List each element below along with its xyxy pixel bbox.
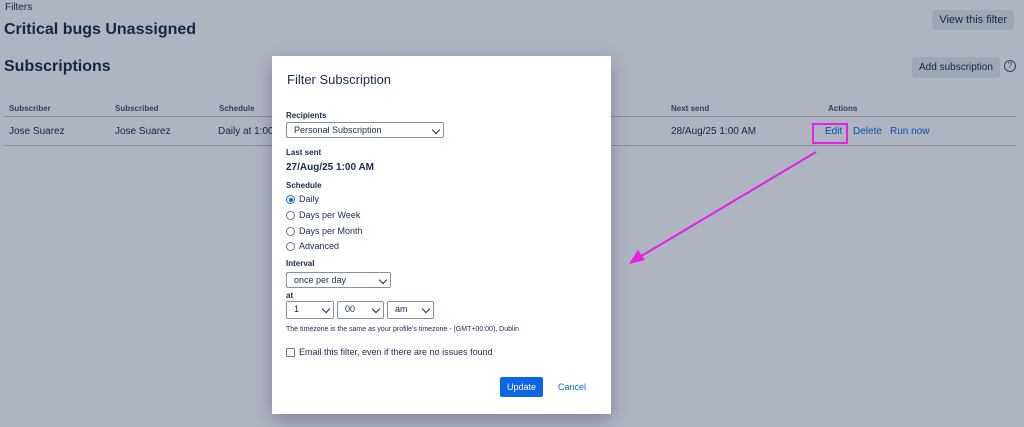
recipients-value: Personal Subscription bbox=[294, 125, 382, 135]
minute-select[interactable]: 00 bbox=[337, 301, 384, 319]
radio-selected-icon[interactable] bbox=[286, 195, 295, 204]
filter-subscription-dialog: Filter Subscription Recipients Personal … bbox=[272, 56, 611, 414]
dialog-title: Filter Subscription bbox=[287, 72, 392, 87]
radio-icon[interactable] bbox=[286, 242, 295, 251]
schedule-option-label: Advanced bbox=[299, 241, 340, 251]
ampm-value: am bbox=[395, 304, 408, 314]
hour-select[interactable]: 1 bbox=[286, 301, 334, 319]
last-sent-label: Last sent bbox=[286, 148, 322, 157]
chevron-down-icon bbox=[421, 304, 431, 314]
recipients-select[interactable]: Personal Subscription bbox=[286, 122, 444, 138]
schedule-label: Schedule bbox=[286, 181, 322, 190]
update-button[interactable]: Update bbox=[500, 377, 543, 397]
last-sent-value: 27/Aug/25 1:00 AM bbox=[286, 162, 374, 173]
email-empty-label: Email this filter, even if there are no … bbox=[299, 347, 493, 357]
interval-value: once per day bbox=[294, 275, 347, 285]
edit-highlight-box bbox=[812, 123, 848, 144]
timezone-note: The timezone is the same as your profile… bbox=[286, 326, 520, 333]
schedule-option-label: Daily bbox=[299, 194, 320, 204]
schedule-option-label: Days per Month bbox=[299, 226, 363, 236]
chevron-down-icon bbox=[378, 275, 388, 285]
chevron-down-icon bbox=[431, 125, 441, 135]
interval-label: Interval bbox=[286, 259, 315, 268]
minute-value: 00 bbox=[345, 304, 356, 314]
chevron-down-icon bbox=[321, 304, 331, 314]
email-empty-checkbox[interactable] bbox=[286, 348, 295, 357]
radio-icon[interactable] bbox=[286, 227, 295, 236]
interval-select[interactable]: once per day bbox=[286, 272, 391, 288]
chevron-down-icon bbox=[371, 304, 381, 314]
radio-icon[interactable] bbox=[286, 211, 295, 220]
ampm-select[interactable]: am bbox=[387, 301, 434, 319]
at-label: at bbox=[286, 291, 294, 300]
recipients-label: Recipients bbox=[286, 111, 327, 120]
hour-value: 1 bbox=[294, 304, 300, 314]
cancel-button[interactable]: Cancel bbox=[552, 377, 592, 397]
schedule-option-label: Days per Week bbox=[299, 210, 361, 220]
filter-subscriptions-page: Filters Critical bugs Unassigned View th… bbox=[0, 0, 1024, 427]
